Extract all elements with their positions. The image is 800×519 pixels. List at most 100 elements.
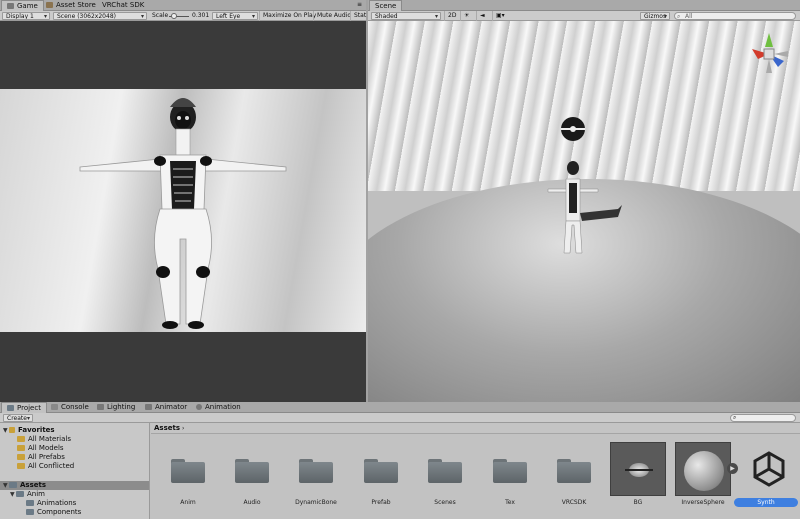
folder-icon xyxy=(7,405,14,411)
folder-icon[interactable] xyxy=(299,457,333,483)
scale-slider-handle[interactable] xyxy=(171,13,177,19)
shading-dropdown[interactable]: Shaded xyxy=(371,12,441,20)
folder-icon[interactable] xyxy=(493,457,527,483)
tree-label: All Models xyxy=(28,444,64,452)
tree-fav-materials[interactable]: All Materials xyxy=(17,435,71,444)
asset-synth-label-selected[interactable]: Synth xyxy=(734,498,798,507)
tree-favorites[interactable]: ▼ Favorites xyxy=(3,426,55,435)
search-icon: ⌕ xyxy=(733,414,737,421)
tree-label: All Conflicted xyxy=(28,462,75,470)
tree-fav-prefabs[interactable]: All Prefabs xyxy=(17,453,65,462)
tree-anim[interactable]: ▼ Anim xyxy=(10,490,45,499)
asset-label: InverseSphere xyxy=(681,499,725,506)
store-icon xyxy=(46,2,53,8)
folder-icon[interactable] xyxy=(235,457,269,483)
search-folder-icon xyxy=(17,445,25,451)
scene-avatar xyxy=(547,117,622,254)
folder-icon xyxy=(16,491,24,497)
lighting-toggle[interactable]: ☀ xyxy=(460,11,474,21)
game-panel: Game Asset Store VRChat SDK ≡ Display 1 … xyxy=(0,0,366,402)
avatar-figure xyxy=(79,98,287,329)
folder-icon[interactable] xyxy=(557,457,591,483)
expand-asset-icon[interactable]: ▶ xyxy=(727,463,738,474)
tab-console[interactable]: Console xyxy=(46,402,94,413)
audio-toggle[interactable]: ◄ xyxy=(476,11,490,21)
2d-toggle[interactable]: 2D xyxy=(444,11,459,21)
scale-label: Scale xyxy=(152,12,169,19)
tab-label: Console xyxy=(61,403,89,411)
sun-icon: ☀ xyxy=(464,12,470,19)
disc-preview xyxy=(625,469,653,471)
tree-animations[interactable]: Animations xyxy=(26,499,76,508)
tree-label: Assets xyxy=(20,481,47,489)
tab-label: Scene xyxy=(375,2,397,10)
tree-label: All Prefabs xyxy=(28,453,65,461)
tree-label: Components xyxy=(37,508,82,516)
orientation-gizmo[interactable] xyxy=(744,29,794,79)
asset-inversesphere-thumbnail[interactable] xyxy=(675,442,731,496)
tree-label: Favorites xyxy=(18,426,55,434)
tab-game[interactable]: Game xyxy=(1,0,44,11)
tab-scene[interactable]: Scene xyxy=(369,0,403,11)
scene-search-input[interactable]: ⌕ All xyxy=(674,12,796,20)
tab-label: Project xyxy=(17,404,41,412)
tab-vrchat-sdk[interactable]: VRChat SDK xyxy=(97,0,149,11)
folder-label: Scenes xyxy=(434,499,456,506)
display-dropdown[interactable]: Display 1 xyxy=(2,12,50,20)
tab-label: Animation xyxy=(205,403,241,411)
panel-menu-icon[interactable]: ≡ xyxy=(357,1,362,8)
asset-grid: Anim Audio DynamicBone Prefab Scenes Tex… xyxy=(151,435,800,519)
tree-label: All Materials xyxy=(28,435,71,443)
search-placeholder: All xyxy=(685,13,693,20)
folder-label: Anim xyxy=(180,499,196,506)
tree-components[interactable]: Components xyxy=(26,508,81,517)
scene-toolbar: Shaded 2D ☀ ◄ ▣▾ Gizmos ⌕ All xyxy=(368,11,800,21)
effects-dropdown[interactable]: ▣▾ xyxy=(492,11,514,21)
star-icon xyxy=(9,427,15,433)
game-toolbar: Display 1 Scene (3062x2048) Scale 0.301 … xyxy=(0,11,366,21)
folder-label: Audio xyxy=(243,499,261,506)
tab-label: Lighting xyxy=(107,403,136,411)
tab-label: Asset Store xyxy=(56,1,96,9)
search-folder-icon xyxy=(17,454,25,460)
resolution-dropdown[interactable]: Scene (3062x2048) xyxy=(53,12,147,20)
project-panel: Project Console Lighting Animator Animat… xyxy=(0,402,800,519)
maximize-on-play-toggle[interactable]: Maximize On Play xyxy=(259,11,319,21)
speaker-icon: ◄ xyxy=(480,12,485,19)
unity-logo-icon[interactable] xyxy=(749,449,789,489)
tab-project[interactable]: Project xyxy=(1,402,47,413)
tab-lighting[interactable]: Lighting xyxy=(92,402,140,413)
eye-dropdown[interactable]: Left Eye xyxy=(212,12,258,20)
tab-asset-store[interactable]: Asset Store xyxy=(41,0,101,11)
sphere-preview-icon xyxy=(684,451,724,491)
tab-label: VRChat SDK xyxy=(102,1,145,9)
tree-fav-conflicted[interactable]: All Conflicted xyxy=(17,462,74,471)
folder-icon xyxy=(9,482,17,488)
folder-label: VRCSDK xyxy=(561,499,587,506)
game-render xyxy=(0,89,366,332)
tree-fav-models[interactable]: All Models xyxy=(17,444,64,453)
breadcrumb-assets[interactable]: Assets xyxy=(154,423,180,434)
tree-assets[interactable]: ▼ Assets xyxy=(0,481,149,490)
game-viewport[interactable] xyxy=(0,21,366,402)
project-search-input[interactable]: ⌕ xyxy=(730,414,796,422)
tab-animator[interactable]: Animator xyxy=(140,402,192,413)
folder-icon[interactable] xyxy=(171,457,205,483)
tab-label: Game xyxy=(17,2,38,10)
animation-icon xyxy=(196,404,202,410)
scene-panel: Scene Shaded 2D ☀ ◄ ▣▾ Gizmos ⌕ All xyxy=(368,0,800,402)
create-dropdown[interactable]: Create xyxy=(3,414,33,422)
console-icon xyxy=(51,404,58,410)
tab-animation[interactable]: Animation xyxy=(191,402,246,413)
mute-audio-toggle[interactable]: Mute Audio xyxy=(313,11,354,21)
folder-icon[interactable] xyxy=(364,457,398,483)
gizmos-dropdown[interactable]: Gizmos xyxy=(640,12,670,20)
scene-tabbar xyxy=(368,0,800,11)
tree-label: Anim xyxy=(27,490,45,498)
stats-toggle[interactable]: Stat xyxy=(350,11,369,21)
search-folder-icon xyxy=(17,436,25,442)
folder-icon[interactable] xyxy=(428,457,462,483)
scene-viewport[interactable] xyxy=(368,21,800,402)
asset-bg-thumbnail[interactable] xyxy=(610,442,666,496)
folder-icon xyxy=(26,500,34,506)
